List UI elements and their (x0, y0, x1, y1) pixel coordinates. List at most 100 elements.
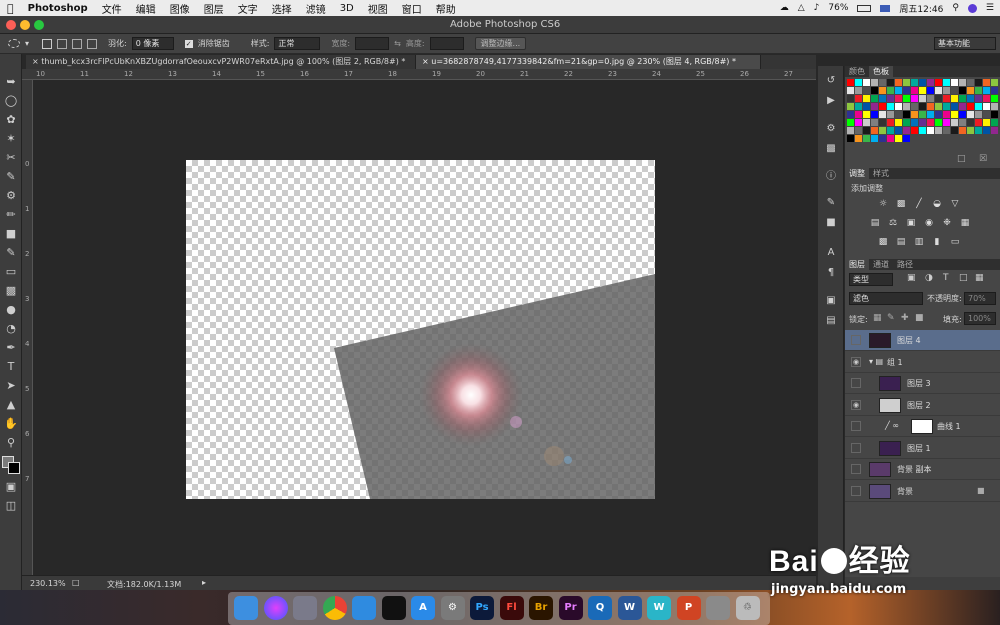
gradient-map-icon[interactable]: ▭ (949, 237, 961, 247)
dock-icon-app-store[interactable]: A (411, 596, 435, 620)
dock-icon-launchpad[interactable] (293, 596, 317, 620)
swatch[interactable] (927, 127, 934, 134)
visibility-eye-icon[interactable] (851, 464, 861, 474)
notification-icon[interactable]: ☰ (986, 3, 994, 13)
swatch[interactable] (855, 95, 862, 102)
swatch[interactable] (911, 95, 918, 102)
swatch[interactable] (911, 127, 918, 134)
swatch[interactable] (903, 119, 910, 126)
dock-icon-word[interactable]: W (617, 596, 642, 620)
visibility-eye-icon[interactable] (851, 335, 861, 345)
swatch[interactable] (983, 119, 990, 126)
swatch[interactable] (887, 127, 894, 134)
swatch[interactable] (863, 119, 870, 126)
tab-paths[interactable]: 路径 (893, 259, 917, 270)
swatch[interactable] (983, 87, 990, 94)
swatch[interactable] (991, 79, 998, 86)
dock-icon-preview[interactable] (706, 596, 730, 620)
swatch[interactable] (919, 127, 926, 134)
swatch[interactable] (871, 135, 878, 142)
layer-thumbnail[interactable] (869, 483, 891, 499)
swatch[interactable] (903, 127, 910, 134)
swatch[interactable] (871, 95, 878, 102)
clock[interactable]: 周五12:46 (899, 2, 943, 15)
menu-layer[interactable]: 图层 (197, 1, 231, 16)
dock-icon-safari[interactable] (352, 596, 376, 620)
swatch[interactable] (967, 95, 974, 102)
healing-tool-icon[interactable]: ⚙ (3, 188, 19, 204)
swatch[interactable] (911, 111, 918, 118)
swatch[interactable] (959, 111, 966, 118)
search-icon[interactable]: ⚲ (952, 3, 959, 13)
swatch[interactable] (991, 119, 998, 126)
swatch[interactable] (863, 135, 870, 142)
filter-shape-icon[interactable]: □ (959, 273, 968, 283)
swatch[interactable] (927, 119, 934, 126)
swatch[interactable] (943, 103, 950, 110)
swatch[interactable] (903, 103, 910, 110)
quick-mask-icon[interactable]: ▣ (3, 479, 19, 495)
exposure-icon[interactable]: ◒ (931, 199, 943, 209)
lock-position-icon[interactable]: ✚ (901, 313, 909, 323)
swatch[interactable] (951, 103, 958, 110)
swatch[interactable] (959, 95, 966, 102)
threshold-icon[interactable]: ▥ (913, 237, 925, 247)
color-lookup-icon[interactable]: ▦ (959, 218, 971, 228)
layer-row[interactable]: ╱ ∞ 曲线 1 (845, 416, 1000, 437)
layer-row[interactable]: ◉ 图层 2 (845, 395, 1000, 416)
swatch[interactable] (959, 119, 966, 126)
menu-view[interactable]: 视图 (361, 1, 395, 16)
swatch[interactable] (903, 95, 910, 102)
swatch[interactable] (903, 87, 910, 94)
swatch[interactable] (943, 79, 950, 86)
tab-channels[interactable]: 通道 (869, 259, 893, 270)
workspace-select[interactable]: 基本功能 (934, 37, 996, 50)
gradient-tool-icon[interactable]: ▩ (3, 283, 19, 299)
swatch[interactable] (847, 127, 854, 134)
swatch[interactable] (887, 119, 894, 126)
filter-pixel-icon[interactable]: ▣ (907, 273, 916, 283)
swatch[interactable] (887, 87, 894, 94)
swatch[interactable] (895, 135, 902, 142)
tool-preset-chevron-icon[interactable]: ▾ (25, 39, 29, 48)
swatch[interactable] (903, 135, 910, 142)
add-selection-icon[interactable] (57, 38, 68, 49)
swatch[interactable] (967, 103, 974, 110)
swatch[interactable] (919, 119, 926, 126)
new-selection-icon[interactable] (42, 38, 53, 49)
visibility-eye-icon[interactable] (851, 378, 861, 388)
swatch[interactable] (983, 111, 990, 118)
zoom-window-button[interactable] (34, 20, 44, 30)
swatch[interactable] (967, 79, 974, 86)
swatch[interactable] (879, 127, 886, 134)
swatch[interactable] (847, 87, 854, 94)
swatch[interactable] (887, 79, 894, 86)
tab-color[interactable]: 颜色 (845, 66, 869, 77)
swatch[interactable] (911, 119, 918, 126)
group-folder-icon[interactable]: ▾ ▤ (869, 357, 883, 366)
swap-dimensions-icon[interactable]: ⇆ (394, 39, 401, 48)
swatch[interactable] (879, 135, 886, 142)
swatch[interactable] (991, 95, 998, 102)
dock-icon-fl[interactable]: Fl (499, 596, 524, 620)
layer-kind-filter[interactable]: 类型 (849, 273, 893, 286)
swatch[interactable] (991, 127, 998, 134)
layer-row[interactable]: ◉ ▾ ▤ 组 1 (845, 352, 1000, 373)
dock-icon-pr[interactable]: Pr (558, 596, 583, 620)
tab-close-icon[interactable]: × (422, 57, 431, 66)
dock-icon-quicktime[interactable]: Q (588, 596, 612, 620)
swatch[interactable] (943, 127, 950, 134)
clone-stamp-tool-icon[interactable]: ■ (3, 226, 19, 242)
paragraph-icon[interactable]: ¶ (824, 266, 838, 280)
battery-icon[interactable] (857, 4, 872, 12)
swatch[interactable] (911, 103, 918, 110)
swatch[interactable] (991, 87, 998, 94)
swatch[interactable] (975, 103, 982, 110)
swatch[interactable] (887, 135, 894, 142)
lasso-tool-icon[interactable]: ✿ (3, 112, 19, 128)
zoom-level[interactable]: 230.13% (30, 579, 66, 588)
swatch[interactable] (879, 103, 886, 110)
swatch[interactable] (863, 127, 870, 134)
swatch[interactable] (983, 95, 990, 102)
brush-tool-icon[interactable]: ✏ (3, 207, 19, 223)
